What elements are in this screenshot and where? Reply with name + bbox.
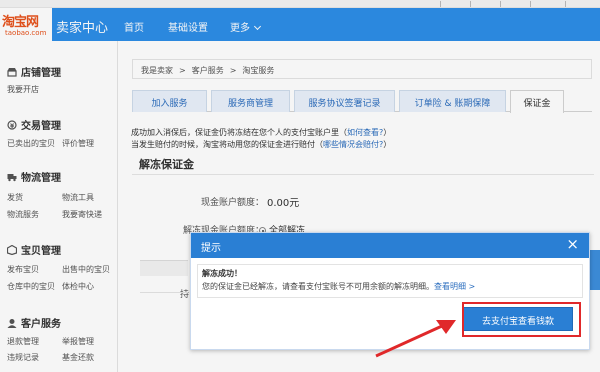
annotation-arrow-icon	[375, 320, 456, 358]
